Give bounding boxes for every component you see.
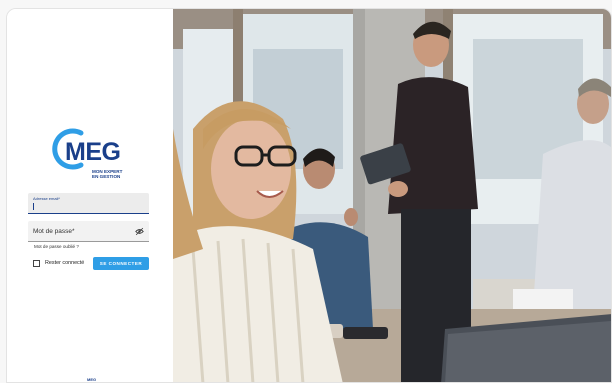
- eye-off-icon[interactable]: [135, 227, 144, 236]
- login-button[interactable]: SE CONNECTER: [93, 257, 149, 270]
- logo-wordmark: MEG: [65, 138, 121, 166]
- brand-logo: MEG MON EXPERT EN GESTION: [51, 127, 137, 185]
- email-field-label: Adresse email*: [33, 196, 60, 201]
- footer-logo: MEG: [87, 377, 97, 382]
- password-field[interactable]: Mot de passe*: [28, 221, 149, 242]
- remember-me-label[interactable]: Rester connecté: [45, 260, 84, 266]
- forgot-password-link[interactable]: Mot de passe oublié ?: [34, 244, 79, 249]
- app-window: MEG MON EXPERT EN GESTION Adresse email*…: [6, 8, 612, 383]
- remember-me-checkbox[interactable]: [33, 260, 40, 267]
- email-field[interactable]: Adresse email*: [28, 193, 149, 214]
- password-field-label: Mot de passe*: [33, 228, 75, 235]
- logo-tagline: MON EXPERT EN GESTION: [92, 169, 123, 179]
- text-caret: [33, 203, 34, 210]
- login-panel: MEG MON EXPERT EN GESTION Adresse email*…: [7, 9, 173, 382]
- office-team-photo: [173, 9, 611, 382]
